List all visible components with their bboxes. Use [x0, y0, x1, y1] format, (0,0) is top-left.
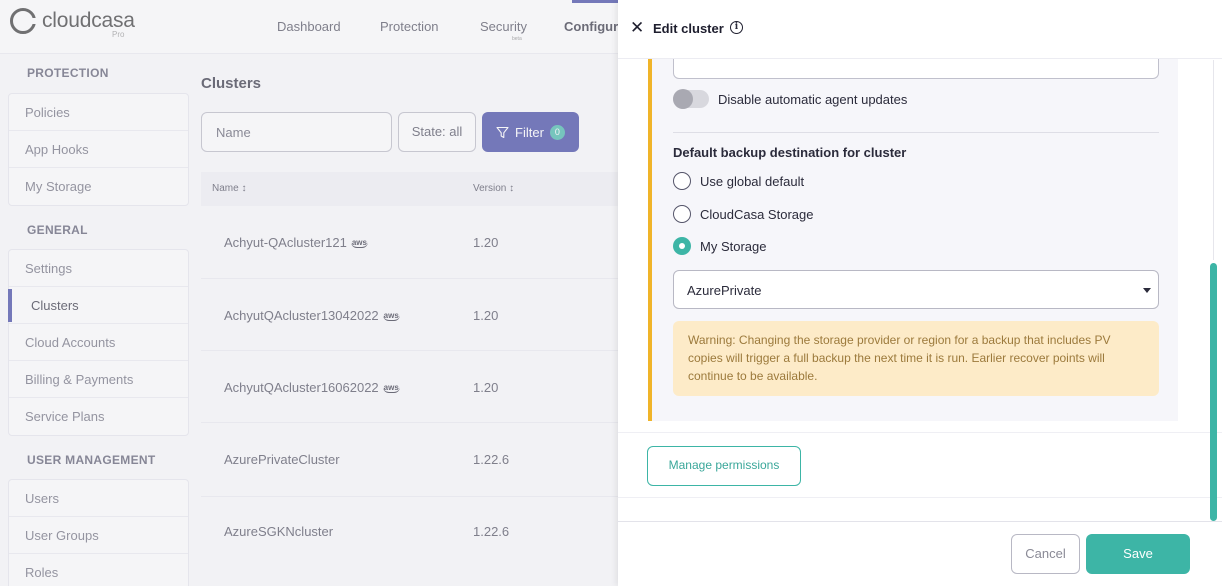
close-icon[interactable]: ✕ — [630, 18, 644, 38]
toggle-knob — [673, 89, 693, 109]
radio-my-storage[interactable] — [673, 237, 691, 255]
backup-destination-title: Default backup destination for cluster — [673, 145, 907, 160]
disable-agent-updates-toggle[interactable] — [673, 89, 709, 109]
panel-highlight-bar — [648, 59, 652, 421]
cancel-button[interactable]: Cancel — [1011, 534, 1080, 574]
scrollbar-thumb[interactable] — [1210, 263, 1217, 521]
radio-use-global-default[interactable] — [673, 172, 691, 190]
storage-select[interactable]: AzurePrivate — [673, 270, 1159, 309]
radio-label-my-storage: My Storage — [700, 239, 767, 254]
section-divider — [673, 132, 1159, 133]
edit-cluster-drawer: ✕ Edit cluster i Disable automatic agent… — [618, 0, 1222, 586]
drawer-header: ✕ Edit cluster i — [618, 0, 1222, 59]
scrollbar-track — [1213, 60, 1214, 260]
info-icon[interactable]: i — [730, 21, 743, 34]
toggle-label: Disable automatic agent updates — [718, 92, 908, 107]
chevron-down-icon — [1143, 288, 1151, 293]
divider — [618, 497, 1222, 498]
save-button[interactable]: Save — [1086, 534, 1190, 574]
radio-label-global-default: Use global default — [700, 174, 805, 189]
drawer-footer: Cancel Save — [618, 521, 1222, 586]
radio-label-cloudcasa-storage: CloudCasa Storage — [700, 207, 814, 222]
manage-permissions-button[interactable]: Manage permissions — [647, 446, 801, 486]
drawer-title: Edit cluster — [653, 21, 724, 36]
modal-backdrop[interactable] — [0, 0, 618, 586]
storage-warning: Warning: Changing the storage provider o… — [673, 321, 1159, 396]
divider — [618, 432, 1222, 433]
cluster-text-field[interactable] — [673, 59, 1159, 79]
storage-select-value: AzurePrivate — [687, 283, 762, 298]
radio-cloudcasa-storage[interactable] — [673, 205, 691, 223]
